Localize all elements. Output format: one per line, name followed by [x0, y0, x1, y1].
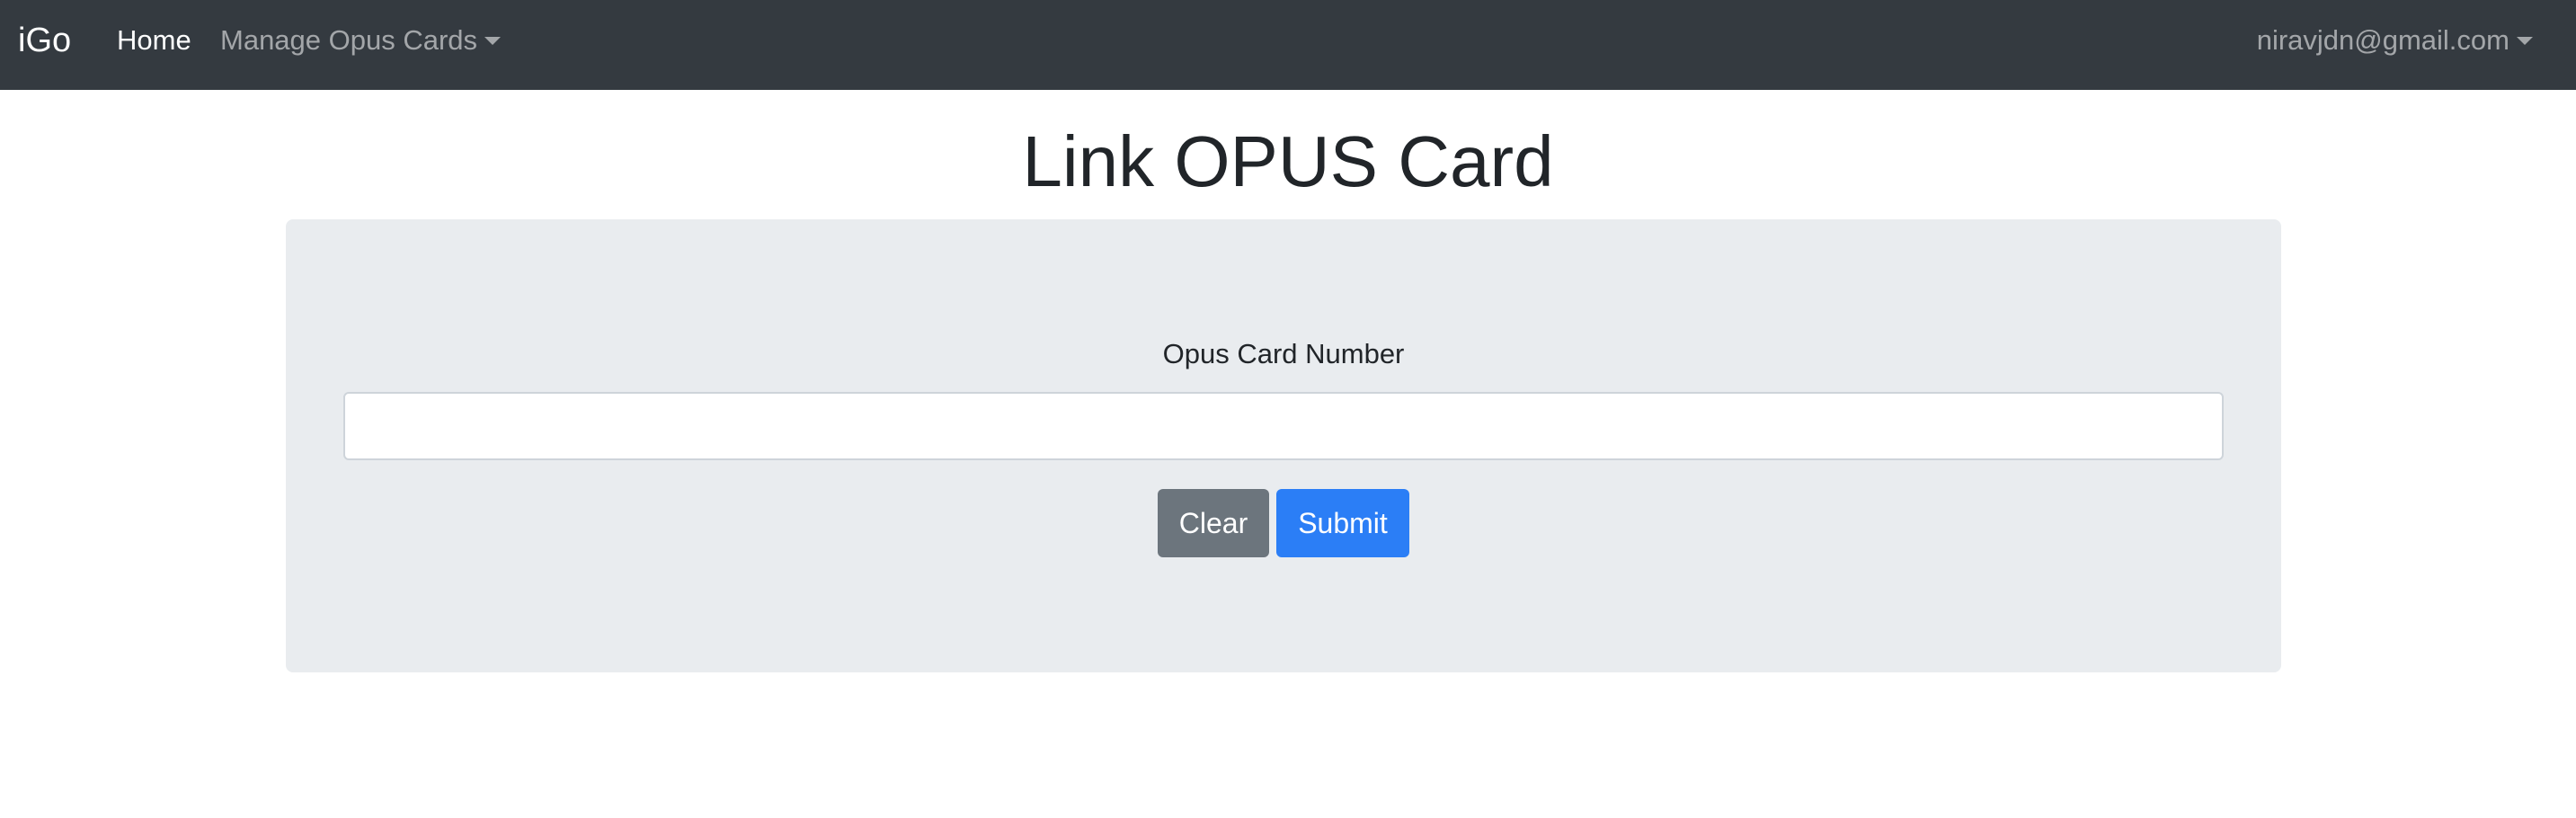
caret-down-icon	[484, 37, 502, 45]
top-navbar: iGo Home Manage Opus Cards niravjdn@gmai…	[0, 0, 2576, 90]
nav-home-link[interactable]: Home	[117, 0, 191, 90]
caret-down-icon	[2517, 37, 2533, 45]
nav-manage-label: Manage Opus Cards	[220, 24, 478, 56]
user-email: niravjdn@gmail.com	[2256, 24, 2509, 56]
brand-logo[interactable]: iGo	[18, 0, 71, 90]
opus-card-number-label: Opus Card Number	[1162, 338, 1405, 369]
opus-card-number-input[interactable]	[343, 392, 2224, 460]
link-card-form-panel: Opus Card Number Clear Submit	[286, 219, 2281, 672]
nav-manage-opus-cards-dropdown[interactable]: Manage Opus Cards	[220, 0, 502, 90]
submit-button[interactable]: Submit	[1276, 489, 1409, 557]
page-title: Link OPUS Card	[1022, 121, 1554, 201]
user-account-dropdown[interactable]: niravjdn@gmail.com	[2257, 0, 2533, 90]
clear-button[interactable]: Clear	[1158, 489, 1269, 557]
